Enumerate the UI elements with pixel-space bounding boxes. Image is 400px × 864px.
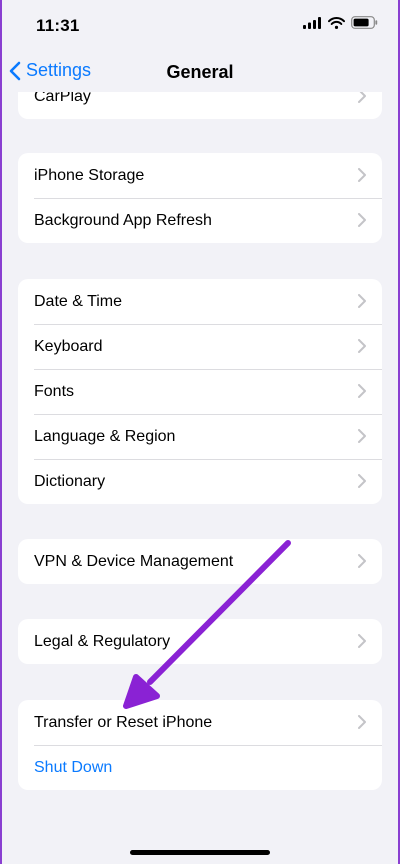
row-shut-down[interactable]: Shut Down xyxy=(18,745,382,790)
row-label: Dictionary xyxy=(34,472,106,490)
chevron-right-icon xyxy=(358,384,366,398)
row-dictionary[interactable]: Dictionary xyxy=(18,459,382,504)
row-transfer-reset-iphone[interactable]: Transfer or Reset iPhone xyxy=(18,700,382,745)
group-transfer-shutdown: Transfer or Reset iPhone Shut Down xyxy=(18,700,382,790)
chevron-right-icon xyxy=(358,474,366,488)
battery-icon xyxy=(351,16,378,29)
wifi-icon xyxy=(328,16,345,29)
chevron-right-icon xyxy=(358,554,366,568)
chevron-right-icon xyxy=(358,168,366,182)
group-storage: iPhone Storage Background App Refresh xyxy=(18,153,382,243)
row-background-app-refresh[interactable]: Background App Refresh xyxy=(18,198,382,243)
chevron-right-icon xyxy=(358,634,366,648)
row-label: Shut Down xyxy=(34,758,113,776)
row-label: Date & Time xyxy=(34,292,123,310)
status-time: 11:31 xyxy=(36,16,80,35)
frame-border-left xyxy=(0,0,2,864)
group-date-keyboard: Date & Time Keyboard Fonts Language & Re… xyxy=(18,279,382,504)
row-date-time[interactable]: Date & Time xyxy=(18,279,382,324)
group-legal: Legal & Regulatory xyxy=(18,619,382,664)
status-bar: 11:31 xyxy=(0,0,400,54)
status-icons xyxy=(303,16,378,29)
chevron-right-icon xyxy=(358,294,366,308)
chevron-right-icon xyxy=(358,429,366,443)
home-indicator xyxy=(130,850,270,855)
row-label: iPhone Storage xyxy=(34,166,145,184)
navigation-bar: Settings General xyxy=(0,54,400,92)
row-keyboard[interactable]: Keyboard xyxy=(18,324,382,369)
page-title: General xyxy=(166,62,234,82)
chevron-right-icon xyxy=(358,213,366,227)
row-fonts[interactable]: Fonts xyxy=(18,369,382,414)
row-label: Transfer or Reset iPhone xyxy=(34,713,213,731)
group-vpn: VPN & Device Management xyxy=(18,539,382,584)
row-legal-regulatory[interactable]: Legal & Regulatory xyxy=(18,619,382,664)
row-label: Keyboard xyxy=(34,337,103,355)
row-language-region[interactable]: Language & Region xyxy=(18,414,382,459)
chevron-right-icon xyxy=(358,715,366,729)
row-label: Legal & Regulatory xyxy=(34,632,171,650)
chevron-right-icon xyxy=(358,339,366,353)
row-vpn-device-management[interactable]: VPN & Device Management xyxy=(18,539,382,584)
row-label: Language & Region xyxy=(34,427,176,445)
row-label: Fonts xyxy=(34,382,75,400)
row-label: VPN & Device Management xyxy=(34,552,234,570)
row-iphone-storage[interactable]: iPhone Storage xyxy=(18,153,382,198)
signal-icon xyxy=(303,16,321,29)
row-label: Background App Refresh xyxy=(34,211,212,229)
